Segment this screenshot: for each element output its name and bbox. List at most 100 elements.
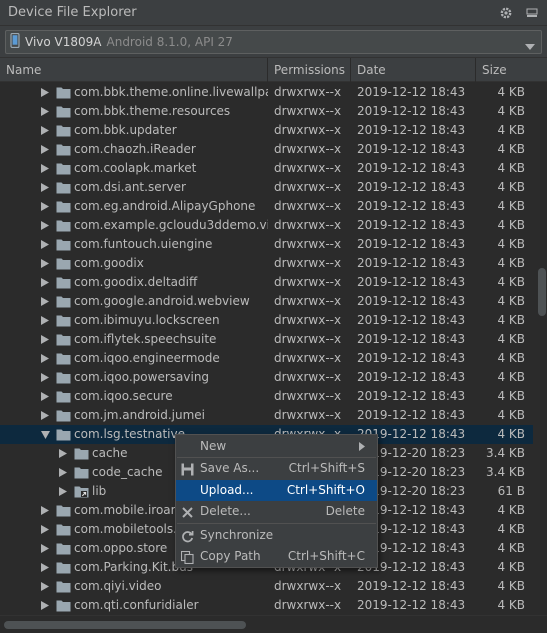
- tree-row[interactable]: com.iqoo.secure drwxrwx--x 2019-12-12 18:4…: [0, 387, 533, 406]
- file-date: 2019-12-12 18:43: [357, 199, 466, 213]
- file-permissions: drwxrwx--x: [274, 123, 342, 137]
- tree-row[interactable]: com.example.gcloudu3ddemo.vivo drwxrwx--x…: [0, 216, 533, 235]
- file-size: 4 KB: [497, 598, 525, 612]
- tree-row[interactable]: com.dsi.ant.server drwxrwx--x 2019-12-12 1…: [0, 178, 533, 197]
- column-permissions-header[interactable]: Permissions: [268, 58, 351, 82]
- tree-row[interactable]: com.jm.android.jumei drwxrwx--x 2019-12-12…: [0, 406, 533, 425]
- submenu-arrow-icon: [359, 442, 365, 451]
- tree-row[interactable]: com.eg.android.AlipayGphone drwxrwx--x 201…: [0, 197, 533, 216]
- tree-row[interactable]: com.bbk.theme.online.livewallpaper drwxrw…: [0, 83, 533, 102]
- file-name: com.chaozh.iReader: [74, 142, 196, 156]
- expand-toggle-icon[interactable]: [38, 539, 52, 558]
- expand-toggle-icon[interactable]: [38, 197, 52, 216]
- expand-toggle-icon[interactable]: [38, 520, 52, 539]
- menu-item-copy-path[interactable]: Copy Path Ctrl+Shift+C: [176, 546, 377, 567]
- expand-toggle-icon[interactable]: [38, 102, 52, 121]
- file-name: com.bbk.theme.online.livewallpaper: [74, 85, 268, 99]
- expand-toggle-icon[interactable]: [38, 273, 52, 292]
- folder-icon: [56, 314, 71, 327]
- column-name-header[interactable]: Name: [0, 58, 268, 82]
- expand-toggle-icon[interactable]: [56, 444, 70, 463]
- menu-item-upload[interactable]: Upload... Ctrl+Shift+O: [176, 480, 377, 501]
- file-size: 4 KB: [497, 503, 525, 517]
- menu-separator: [177, 457, 376, 458]
- expand-toggle-icon[interactable]: [38, 216, 52, 235]
- tree-row[interactable]: com.goodix drwxrwx--x 2019-12-12 18:43 4 KB: [0, 254, 533, 273]
- file-permissions: drwxrwx--x: [274, 332, 342, 346]
- expand-toggle-icon[interactable]: [38, 501, 52, 520]
- menu-item-synchronize[interactable]: Synchronize: [176, 525, 377, 546]
- menu-item-shortcut: Ctrl+Shift+O: [286, 483, 365, 497]
- file-name: com.dsi.ant.server: [74, 180, 186, 194]
- column-date-header[interactable]: Date: [351, 58, 476, 82]
- file-size: 4 KB: [497, 199, 525, 213]
- expand-toggle-icon[interactable]: [38, 140, 52, 159]
- file-size: 4 KB: [497, 351, 525, 365]
- column-size-header[interactable]: Size: [476, 58, 533, 82]
- expand-toggle-icon[interactable]: [38, 349, 52, 368]
- file-size: 61 B: [497, 484, 525, 498]
- file-permissions: drwxrwx--x: [274, 199, 342, 213]
- folder-icon: [56, 124, 71, 137]
- tree-row[interactable]: com.iflytek.speechsuite drwxrwx--x 2019-12…: [0, 330, 533, 349]
- expand-toggle-icon[interactable]: [38, 178, 52, 197]
- tree-row[interactable]: com.iqoo.powersaving drwxrwx--x 2019-12-12…: [0, 368, 533, 387]
- hide-icon[interactable]: [523, 4, 541, 22]
- expand-toggle-icon[interactable]: [38, 596, 52, 615]
- collapse-toggle-icon[interactable]: [38, 425, 52, 444]
- expand-toggle-icon[interactable]: [56, 482, 70, 501]
- folder-icon: [56, 523, 71, 536]
- device-selector[interactable]: Vivo V1809A Android 8.1.0, API 27: [5, 30, 542, 54]
- tree-row[interactable]: com.qiyi.video drwxrwx--x 2019-12-12 18:43…: [0, 577, 533, 596]
- file-permissions: drwxrwx--x: [274, 104, 342, 118]
- tree-row[interactable]: com.qti.confuridialer drwxrwx--x 2019-12-1…: [0, 596, 533, 615]
- file-name: com.goodix.deltadiff: [74, 275, 198, 289]
- context-menu: New Save As... Ctrl+Shift+S Upload... Ctrl+S…: [175, 434, 378, 568]
- menu-item-delete[interactable]: Delete... Delete: [176, 501, 377, 522]
- expand-toggle-icon[interactable]: [38, 83, 52, 102]
- file-name: com.eg.android.AlipayGphone: [74, 199, 256, 213]
- tree-row[interactable]: com.coolapk.market drwxrwx--x 2019-12-12 1…: [0, 159, 533, 178]
- gear-icon[interactable]: [497, 4, 515, 22]
- vertical-scrollbar[interactable]: [533, 82, 547, 615]
- tree-row[interactable]: com.bbk.updater drwxrwx--x 2019-12-12 18:4…: [0, 121, 533, 140]
- expand-toggle-icon[interactable]: [38, 577, 52, 596]
- file-size: 4 KB: [497, 180, 525, 194]
- file-size: 4 KB: [497, 123, 525, 137]
- file-date: 2019-12-12 18:43: [357, 332, 466, 346]
- expand-toggle-icon[interactable]: [38, 311, 52, 330]
- tree-row[interactable]: com.ibimuyu.lockscreen drwxrwx--x 2019-12-…: [0, 311, 533, 330]
- file-date: 2019-12-12 18:43: [357, 218, 466, 232]
- file-size: 4 KB: [497, 541, 525, 555]
- expand-toggle-icon[interactable]: [38, 235, 52, 254]
- tree-row[interactable]: com.chaozh.iReader drwxrwx--x 2019-12-12 1…: [0, 140, 533, 159]
- expand-toggle-icon[interactable]: [38, 330, 52, 349]
- tree-row[interactable]: com.goodix.deltadiff drwxrwx--x 2019-12-12…: [0, 273, 533, 292]
- menu-item-new[interactable]: New: [176, 436, 377, 457]
- tree-row[interactable]: com.bbk.theme.resources drwxrwx--x 2019-12…: [0, 102, 533, 121]
- horizontal-scroll-thumb[interactable]: [4, 621, 246, 629]
- expand-toggle-icon[interactable]: [38, 406, 52, 425]
- tree-row[interactable]: com.iqoo.engineermode drwxrwx--x 2019-12-1…: [0, 349, 533, 368]
- folder-icon: [56, 599, 71, 612]
- file-size: 4 KB: [497, 218, 525, 232]
- expand-toggle-icon[interactable]: [38, 121, 52, 140]
- expand-toggle-icon[interactable]: [38, 159, 52, 178]
- expand-toggle-icon[interactable]: [38, 254, 52, 273]
- symlink-folder-icon: [74, 485, 89, 498]
- vertical-scroll-thumb[interactable]: [538, 268, 546, 316]
- file-date: 2019-12-12 18:43: [357, 123, 466, 137]
- expand-toggle-icon[interactable]: [38, 368, 52, 387]
- file-size: 4 KB: [497, 427, 525, 441]
- file-name: com.goodix: [74, 256, 144, 270]
- tree-row[interactable]: com.funtouch.uiengine drwxrwx--x 2019-12-1…: [0, 235, 533, 254]
- expand-toggle-icon[interactable]: [38, 292, 52, 311]
- expand-toggle-icon[interactable]: [38, 387, 52, 406]
- menu-item-save-as[interactable]: Save As... Ctrl+Shift+S: [176, 458, 377, 479]
- file-name: com.ibimuyu.lockscreen: [74, 313, 220, 327]
- file-permissions: drwxrwx--x: [274, 142, 342, 156]
- expand-toggle-icon[interactable]: [38, 558, 52, 577]
- file-name: com.bbk.theme.resources: [74, 104, 231, 118]
- tree-row[interactable]: com.google.android.webview drwxrwx--x 2019…: [0, 292, 533, 311]
- expand-toggle-icon[interactable]: [56, 463, 70, 482]
